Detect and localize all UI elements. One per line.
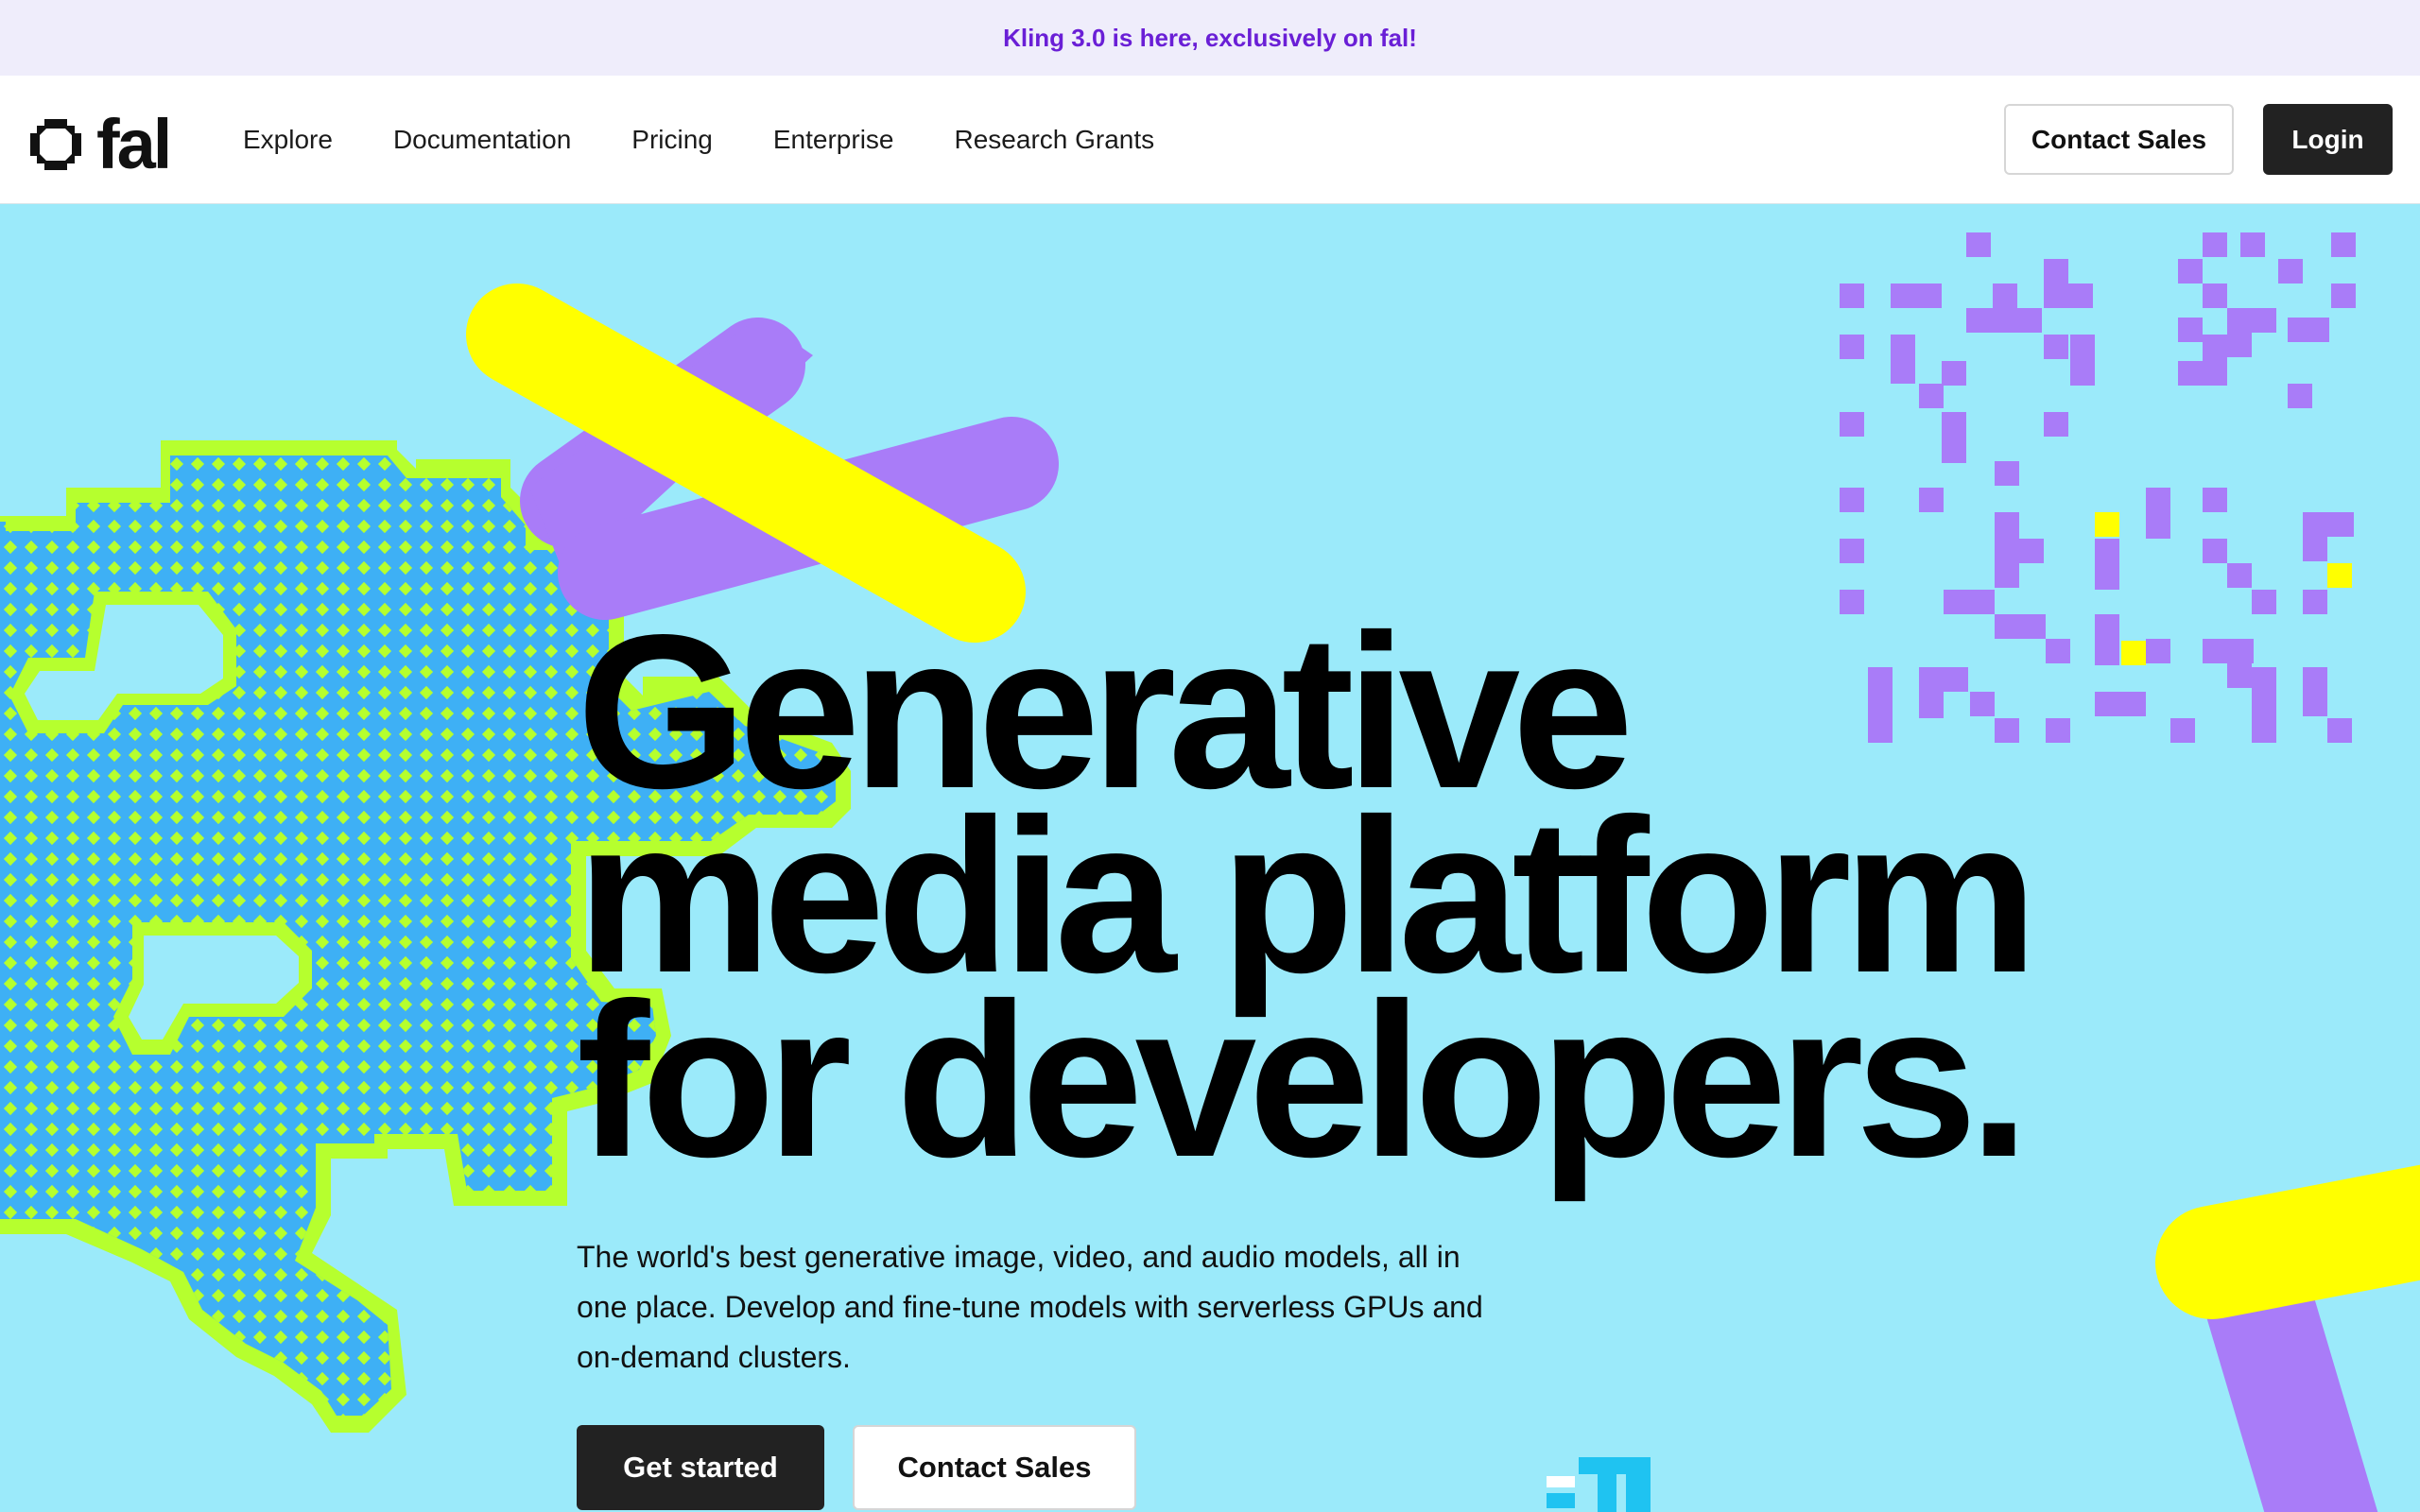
nav-link-enterprise[interactable]: Enterprise xyxy=(773,125,894,155)
corner-stripes-graphic xyxy=(2155,1164,2420,1512)
brand-logo[interactable]: fal xyxy=(26,105,172,183)
octagon-ring-icon xyxy=(30,119,81,170)
pixel-bits-graphic xyxy=(1547,1457,1651,1512)
abstract-stripes-graphic xyxy=(466,284,1059,643)
hero-headline-line-3: for developers. xyxy=(577,958,2030,1203)
hero-section: Generative media platform for developers… xyxy=(0,204,2420,1512)
nav-link-explore[interactable]: Explore xyxy=(243,125,333,155)
announcement-text[interactable]: Kling 3.0 is here, exclusively on fal! xyxy=(1003,24,1417,53)
login-button[interactable]: Login xyxy=(2263,104,2393,175)
hero-subcopy: The world's best generative image, video… xyxy=(577,1240,1483,1374)
nav-links: Explore Documentation Pricing Enterprise… xyxy=(243,76,1215,204)
announcement-bar[interactable]: Kling 3.0 is here, exclusively on fal! xyxy=(0,0,2420,76)
nav-link-research-grants[interactable]: Research Grants xyxy=(955,125,1155,155)
contact-sales-button[interactable]: Contact Sales xyxy=(2004,104,2234,175)
nav-link-documentation[interactable]: Documentation xyxy=(393,125,571,155)
hero-headline: Generative media platform for developers… xyxy=(577,603,2184,1203)
hero-contact-sales-button[interactable]: Contact Sales xyxy=(853,1425,1136,1510)
brand-name: fal xyxy=(96,105,172,183)
get-started-button[interactable]: Get started xyxy=(577,1425,824,1510)
top-navigation: fal Explore Documentation Pricing Enterp… xyxy=(0,76,2420,204)
nav-link-pricing[interactable]: Pricing xyxy=(631,125,713,155)
